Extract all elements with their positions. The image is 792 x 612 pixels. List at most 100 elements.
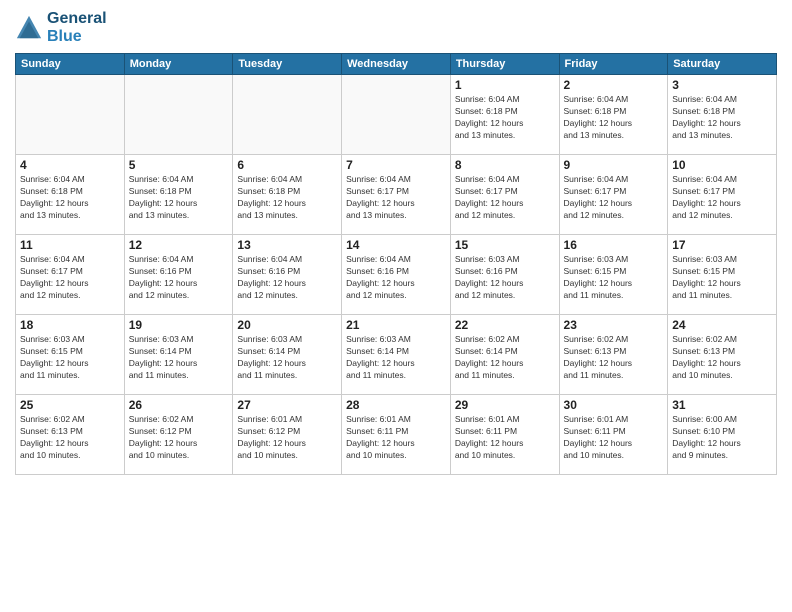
day-info: Sunrise: 6:01 AM Sunset: 6:11 PM Dayligh… <box>564 414 664 462</box>
day-number: 2 <box>564 78 664 92</box>
day-number: 1 <box>455 78 555 92</box>
calendar-cell: 26 Sunrise: 6:02 AM Sunset: 6:12 PM Dayli… <box>124 395 233 475</box>
calendar-cell <box>233 75 342 155</box>
day-info: Sunrise: 6:02 AM Sunset: 6:12 PM Dayligh… <box>129 414 229 462</box>
day-number: 7 <box>346 158 446 172</box>
day-info: Sunrise: 6:03 AM Sunset: 6:15 PM Dayligh… <box>672 254 772 302</box>
day-info: Sunrise: 6:01 AM Sunset: 6:11 PM Dayligh… <box>346 414 446 462</box>
calendar-cell: 9 Sunrise: 6:04 AM Sunset: 6:17 PM Daylig… <box>559 155 668 235</box>
weekday-header-friday: Friday <box>559 54 668 75</box>
day-number: 13 <box>237 238 337 252</box>
week-row-0: 1 Sunrise: 6:04 AM Sunset: 6:18 PM Daylig… <box>16 75 777 155</box>
logo-text-blue: Blue <box>47 28 107 46</box>
day-number: 17 <box>672 238 772 252</box>
day-info: Sunrise: 6:04 AM Sunset: 6:18 PM Dayligh… <box>455 94 555 142</box>
calendar-cell: 13 Sunrise: 6:04 AM Sunset: 6:16 PM Dayli… <box>233 235 342 315</box>
week-row-4: 25 Sunrise: 6:02 AM Sunset: 6:13 PM Dayli… <box>16 395 777 475</box>
calendar-cell: 30 Sunrise: 6:01 AM Sunset: 6:11 PM Dayli… <box>559 395 668 475</box>
day-info: Sunrise: 6:02 AM Sunset: 6:13 PM Dayligh… <box>20 414 120 462</box>
day-info: Sunrise: 6:03 AM Sunset: 6:15 PM Dayligh… <box>20 334 120 382</box>
header: General Blue <box>15 10 777 45</box>
day-info: Sunrise: 6:04 AM Sunset: 6:16 PM Dayligh… <box>346 254 446 302</box>
calendar-cell: 4 Sunrise: 6:04 AM Sunset: 6:18 PM Daylig… <box>16 155 125 235</box>
day-info: Sunrise: 6:04 AM Sunset: 6:18 PM Dayligh… <box>237 174 337 222</box>
day-number: 10 <box>672 158 772 172</box>
weekday-header-monday: Monday <box>124 54 233 75</box>
weekday-header-row: SundayMondayTuesdayWednesdayThursdayFrid… <box>16 54 777 75</box>
calendar-cell: 31Sunrise: 6:00 AM Sunset: 6:10 PM Dayli… <box>668 395 777 475</box>
day-info: Sunrise: 6:03 AM Sunset: 6:14 PM Dayligh… <box>346 334 446 382</box>
calendar-cell: 1 Sunrise: 6:04 AM Sunset: 6:18 PM Daylig… <box>450 75 559 155</box>
day-number: 18 <box>20 318 120 332</box>
day-number: 31 <box>672 398 772 412</box>
calendar-cell: 2 Sunrise: 6:04 AM Sunset: 6:18 PM Daylig… <box>559 75 668 155</box>
day-info: Sunrise: 6:04 AM Sunset: 6:17 PM Dayligh… <box>346 174 446 222</box>
day-info: Sunrise: 6:03 AM Sunset: 6:14 PM Dayligh… <box>129 334 229 382</box>
logo-text-general: General <box>47 10 107 28</box>
calendar-cell: 15Sunrise: 6:03 AM Sunset: 6:16 PM Dayli… <box>450 235 559 315</box>
day-number: 3 <box>672 78 772 92</box>
day-number: 9 <box>564 158 664 172</box>
calendar-cell: 14 Sunrise: 6:04 AM Sunset: 6:16 PM Dayli… <box>342 235 451 315</box>
calendar-cell: 29 Sunrise: 6:01 AM Sunset: 6:11 PM Dayli… <box>450 395 559 475</box>
day-info: Sunrise: 6:04 AM Sunset: 6:18 PM Dayligh… <box>564 94 664 142</box>
calendar-cell: 27 Sunrise: 6:01 AM Sunset: 6:12 PM Dayli… <box>233 395 342 475</box>
calendar-cell: 22Sunrise: 6:02 AM Sunset: 6:14 PM Dayli… <box>450 315 559 395</box>
day-number: 26 <box>129 398 229 412</box>
day-info: Sunrise: 6:03 AM Sunset: 6:14 PM Dayligh… <box>237 334 337 382</box>
day-number: 28 <box>346 398 446 412</box>
week-row-2: 11 Sunrise: 6:04 AM Sunset: 6:17 PM Dayli… <box>16 235 777 315</box>
day-info: Sunrise: 6:02 AM Sunset: 6:13 PM Dayligh… <box>564 334 664 382</box>
day-number: 21 <box>346 318 446 332</box>
day-number: 30 <box>564 398 664 412</box>
calendar-page: General Blue SundayMondayTuesdayWednesda… <box>0 0 792 612</box>
calendar-table: SundayMondayTuesdayWednesdayThursdayFrid… <box>15 53 777 475</box>
day-number: 4 <box>20 158 120 172</box>
weekday-header-tuesday: Tuesday <box>233 54 342 75</box>
calendar-cell: 16Sunrise: 6:03 AM Sunset: 6:15 PM Dayli… <box>559 235 668 315</box>
calendar-cell: 23 Sunrise: 6:02 AM Sunset: 6:13 PM Dayli… <box>559 315 668 395</box>
weekday-header-sunday: Sunday <box>16 54 125 75</box>
day-info: Sunrise: 6:04 AM Sunset: 6:16 PM Dayligh… <box>237 254 337 302</box>
weekday-header-wednesday: Wednesday <box>342 54 451 75</box>
day-number: 5 <box>129 158 229 172</box>
day-info: Sunrise: 6:01 AM Sunset: 6:12 PM Dayligh… <box>237 414 337 462</box>
day-info: Sunrise: 6:04 AM Sunset: 6:16 PM Dayligh… <box>129 254 229 302</box>
day-info: Sunrise: 6:04 AM Sunset: 6:18 PM Dayligh… <box>20 174 120 222</box>
day-number: 19 <box>129 318 229 332</box>
day-number: 20 <box>237 318 337 332</box>
day-number: 8 <box>455 158 555 172</box>
calendar-cell: 18 Sunrise: 6:03 AM Sunset: 6:15 PM Dayli… <box>16 315 125 395</box>
weekday-header-thursday: Thursday <box>450 54 559 75</box>
day-info: Sunrise: 6:02 AM Sunset: 6:14 PM Dayligh… <box>455 334 555 382</box>
calendar-cell: 20 Sunrise: 6:03 AM Sunset: 6:14 PM Dayli… <box>233 315 342 395</box>
calendar-cell <box>342 75 451 155</box>
day-number: 12 <box>129 238 229 252</box>
weekday-header-saturday: Saturday <box>668 54 777 75</box>
calendar-cell: 11 Sunrise: 6:04 AM Sunset: 6:17 PM Dayli… <box>16 235 125 315</box>
calendar-cell: 24Sunrise: 6:02 AM Sunset: 6:13 PM Dayli… <box>668 315 777 395</box>
week-row-3: 18 Sunrise: 6:03 AM Sunset: 6:15 PM Dayli… <box>16 315 777 395</box>
day-info: Sunrise: 6:04 AM Sunset: 6:17 PM Dayligh… <box>564 174 664 222</box>
day-number: 25 <box>20 398 120 412</box>
day-number: 11 <box>20 238 120 252</box>
calendar-cell: 8Sunrise: 6:04 AM Sunset: 6:17 PM Daylig… <box>450 155 559 235</box>
calendar-cell: 3 Sunrise: 6:04 AM Sunset: 6:18 PM Daylig… <box>668 75 777 155</box>
day-number: 29 <box>455 398 555 412</box>
day-number: 6 <box>237 158 337 172</box>
calendar-cell: 17 Sunrise: 6:03 AM Sunset: 6:15 PM Dayli… <box>668 235 777 315</box>
day-info: Sunrise: 6:02 AM Sunset: 6:13 PM Dayligh… <box>672 334 772 382</box>
calendar-cell: 12 Sunrise: 6:04 AM Sunset: 6:16 PM Dayli… <box>124 235 233 315</box>
day-info: Sunrise: 6:04 AM Sunset: 6:17 PM Dayligh… <box>20 254 120 302</box>
day-number: 14 <box>346 238 446 252</box>
day-info: Sunrise: 6:01 AM Sunset: 6:11 PM Dayligh… <box>455 414 555 462</box>
calendar-cell: 28 Sunrise: 6:01 AM Sunset: 6:11 PM Dayli… <box>342 395 451 475</box>
day-number: 15 <box>455 238 555 252</box>
day-info: Sunrise: 6:04 AM Sunset: 6:18 PM Dayligh… <box>672 94 772 142</box>
calendar-cell <box>124 75 233 155</box>
logo: General Blue <box>15 10 107 45</box>
day-number: 27 <box>237 398 337 412</box>
calendar-cell: 6 Sunrise: 6:04 AM Sunset: 6:18 PM Daylig… <box>233 155 342 235</box>
calendar-cell: 10Sunrise: 6:04 AM Sunset: 6:17 PM Dayli… <box>668 155 777 235</box>
day-number: 23 <box>564 318 664 332</box>
